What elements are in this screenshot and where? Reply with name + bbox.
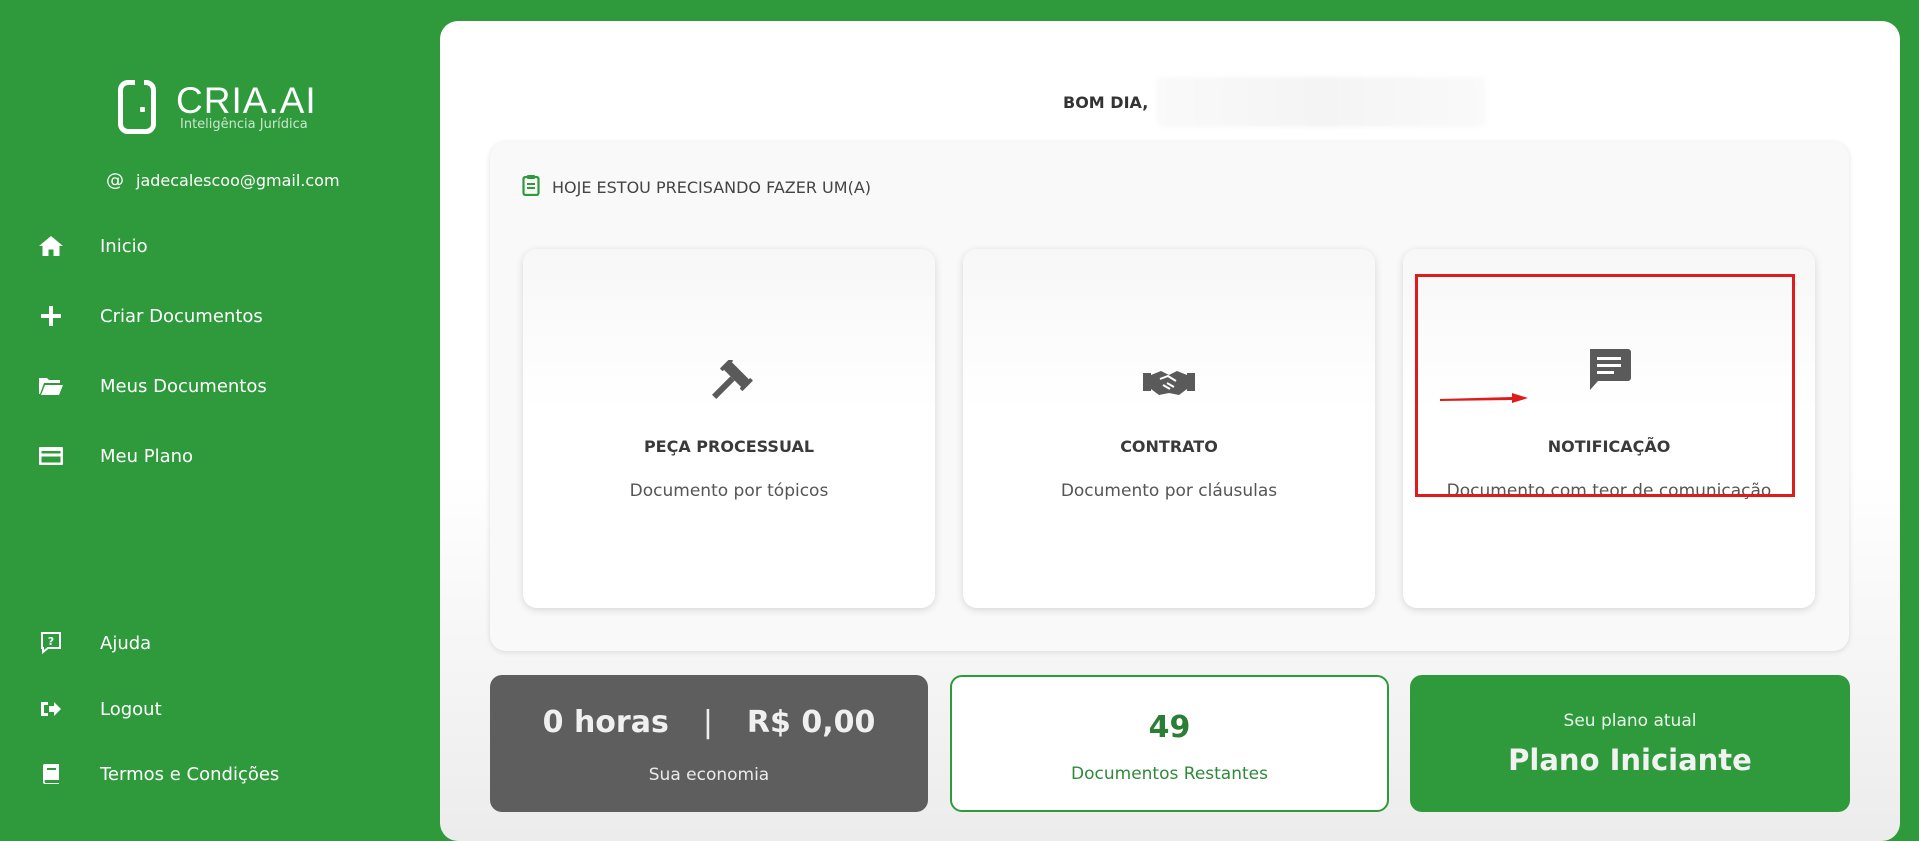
user-email-row: @ jadecalescoo@gmail.com (106, 170, 340, 191)
sidebar-item-termos[interactable]: Termos e Condições (36, 761, 279, 787)
logout-icon (36, 696, 66, 722)
picker-heading: HOJE ESTOU PRECISANDO FAZER UM(A) (522, 174, 871, 200)
help-icon: ? (36, 630, 66, 656)
sidebar-item-ajuda[interactable]: ? Ajuda (36, 630, 151, 656)
sidebar-item-label: Criar Documentos (100, 305, 263, 327)
picker-heading-text: HOJE ESTOU PRECISANDO FAZER UM(A) (552, 177, 871, 197)
folder-icon (36, 373, 66, 399)
sidebar-item-criar-documentos[interactable]: Criar Documentos (36, 303, 263, 329)
brand-tagline: Inteligência Jurídica (180, 116, 308, 132)
economy-separator: | (702, 705, 713, 740)
economy-money: R$ 0,00 (746, 705, 876, 740)
economy-label: Sua economia (648, 765, 770, 785)
documents-remaining-label: Documentos Restantes (1071, 764, 1268, 784)
svg-text:?: ? (48, 635, 54, 648)
home-icon (36, 233, 66, 259)
card-peca-processual[interactable]: PEÇA PROCESSUAL Documento por tópicos (523, 249, 935, 608)
card-notificacao[interactable]: NOTIFICAÇÃO Documento com teor de comuni… (1403, 249, 1815, 608)
plus-icon (36, 303, 66, 329)
clipboard-icon (522, 174, 540, 200)
card-contrato[interactable]: CONTRATO Documento por cláusulas (963, 249, 1375, 608)
greeting: BOM DIA, (1063, 77, 1487, 127)
sidebar: CRIA.AI Inteligência Jurídica @ jadecale… (0, 0, 440, 822)
economy-hours: 0 horas (542, 705, 669, 740)
document-type-picker: HOJE ESTOU PRECISANDO FAZER UM(A) PEÇA P… (490, 142, 1849, 651)
economy-values: 0 horas | R$ 0,00 (490, 705, 928, 740)
documents-remaining-stat: 49 Documentos Restantes (950, 675, 1389, 812)
card-title: PEÇA PROCESSUAL (643, 437, 815, 456)
sidebar-item-label: Termos e Condições (100, 763, 280, 785)
greeting-text: BOM DIA, (1063, 92, 1149, 112)
card-description: Documento por cláusulas (1060, 481, 1278, 501)
brand-logo[interactable]: CRIA.AI Inteligência Jurídica (118, 80, 317, 134)
sidebar-item-meu-plano[interactable]: Meu Plano (36, 443, 193, 469)
sidebar-item-inicio[interactable]: Inicio (36, 233, 148, 259)
current-plan-stat[interactable]: Seu plano atual Plano Iniciante (1410, 675, 1850, 812)
card-title: NOTIFICAÇÃO (1547, 437, 1671, 456)
brand-name: CRIA.AI (176, 79, 317, 121)
sidebar-item-meus-documentos[interactable]: Meus Documentos (36, 373, 267, 399)
sidebar-item-label: Meu Plano (100, 445, 194, 467)
sidebar-item-label: Logout (100, 698, 162, 720)
book-icon (36, 761, 66, 787)
sidebar-item-label: Ajuda (100, 632, 152, 654)
card-description: Documento por tópicos (629, 481, 829, 501)
documents-remaining-count: 49 (1148, 710, 1191, 745)
main-panel: BOM DIA, HOJE ESTOU PRECISANDO FAZER UM(… (440, 21, 1900, 841)
gavel-icon (523, 357, 935, 407)
sidebar-item-label: Meus Documentos (100, 375, 267, 397)
economy-stat: 0 horas | R$ 0,00 Sua economia (490, 675, 928, 812)
card-description: Documento com teor de comunicação (1446, 481, 1772, 501)
sidebar-item-logout[interactable]: Logout (36, 696, 162, 722)
current-plan-label: Seu plano atual (1563, 711, 1697, 731)
sidebar-item-label: Inicio (100, 235, 148, 257)
current-plan-name: Plano Iniciante (1508, 743, 1752, 777)
handshake-icon (963, 357, 1375, 407)
red-arrow-annotation-icon (1440, 393, 1528, 403)
at-icon: @ (106, 170, 124, 191)
credit-card-icon (36, 443, 66, 469)
user-email: jadecalescoo@gmail.com (136, 171, 340, 190)
blurred-username (1156, 77, 1487, 127)
logo-icon (118, 80, 156, 134)
message-icon (1403, 345, 1815, 395)
card-title: CONTRATO (1120, 437, 1218, 456)
